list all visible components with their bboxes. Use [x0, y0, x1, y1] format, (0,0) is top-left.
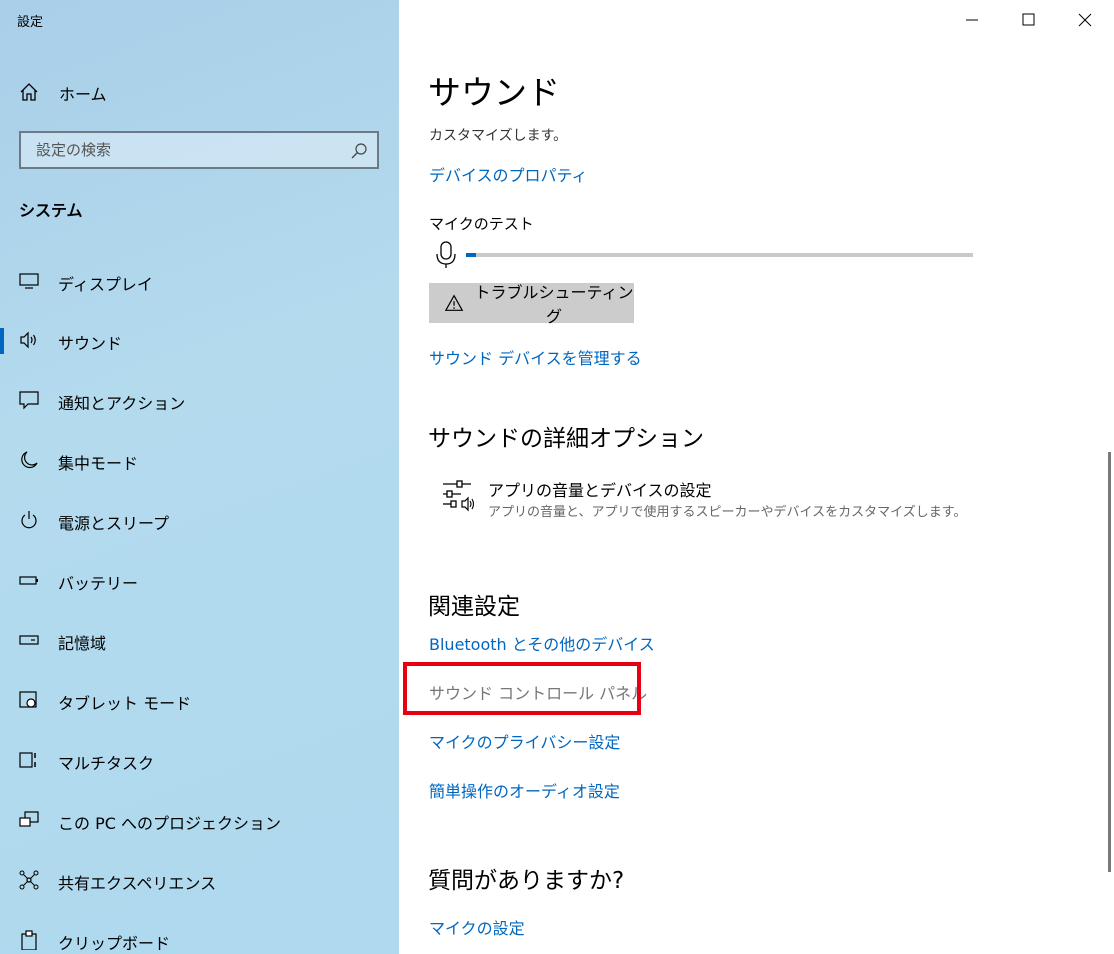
sidebar: 設定 ホーム システム ディスプレイ サウンド 通知とアクション 集中モード 電… [0, 0, 399, 954]
minimize-button[interactable] [944, 0, 1000, 40]
sidebar-item-label: マルチタスク [58, 754, 155, 773]
page-description: カスタマイズします。 [429, 128, 568, 144]
sidebar-item-tablet-mode[interactable]: タブレット モード [0, 680, 399, 720]
sidebar-item-label: タブレット モード [58, 694, 192, 713]
display-icon [19, 273, 39, 289]
moon-icon [21, 451, 38, 469]
projection-icon [19, 811, 39, 827]
mic-level-bar [466, 253, 973, 257]
sidebar-item-label: 共有エクスペリエンス [58, 874, 217, 893]
questions-heading: 質問がありますか? [428, 868, 625, 894]
search-icon[interactable] [350, 142, 368, 160]
sidebar-item-label: バッテリー [58, 574, 139, 593]
page-title: サウンド [428, 73, 560, 112]
section-label: システム [19, 201, 83, 220]
highlight-box [403, 662, 641, 715]
sidebar-item-sound[interactable]: サウンド [0, 320, 399, 360]
scrollbar[interactable] [1108, 452, 1111, 872]
tablet-mode-icon [19, 691, 37, 708]
power-icon [21, 511, 37, 529]
storage-icon [19, 635, 39, 645]
app-title: 設定 [17, 15, 44, 30]
app-volume-title: アプリの音量とデバイスの設定 [488, 481, 712, 500]
mic-test-label: マイクのテスト [429, 215, 534, 233]
manage-devices-link[interactable]: サウンド デバイスを管理する [429, 345, 642, 369]
app-volume-subtitle: アプリの音量と、アプリで使用するスピーカーやデバイスをカスタマイズします。 [488, 505, 967, 520]
search-input[interactable] [21, 133, 341, 167]
sidebar-item-label: サウンド [58, 334, 123, 353]
multitask-icon [19, 752, 36, 768]
active-indicator [0, 328, 4, 354]
shared-experience-icon [19, 870, 39, 890]
sidebar-item-multitask[interactable]: マルチタスク [0, 740, 399, 780]
sidebar-item-battery[interactable]: バッテリー [0, 560, 399, 600]
advanced-options-heading: サウンドの詳細オプション [428, 426, 704, 452]
maximize-icon [1022, 13, 1035, 26]
sidebar-item-label: クリップボード [58, 934, 171, 953]
microphone-icon [436, 241, 456, 268]
troubleshoot-button[interactable]: トラブルシューティング [429, 283, 634, 326]
sidebar-item-storage[interactable]: 記憶域 [0, 620, 399, 660]
warning-icon [444, 294, 464, 311]
sidebar-item-label: 集中モード [58, 454, 139, 473]
home-label: ホーム [59, 85, 107, 104]
sidebar-item-projection[interactable]: この PC へのプロジェクション [0, 800, 399, 840]
home-nav[interactable]: ホーム [0, 76, 399, 108]
notification-icon [19, 391, 39, 410]
sidebar-item-display[interactable]: ディスプレイ [0, 261, 399, 301]
sidebar-item-label: 電源とスリープ [58, 514, 170, 533]
close-button[interactable] [1056, 0, 1112, 40]
sidebar-item-label: 通知とアクション [58, 394, 186, 413]
battery-icon [19, 576, 38, 585]
sidebar-item-shared[interactable]: 共有エクスペリエンス [0, 860, 399, 900]
home-icon [20, 83, 38, 101]
troubleshoot-label: トラブルシューティング [474, 283, 634, 326]
mixer-icon [443, 480, 475, 512]
mic-privacy-link[interactable]: マイクのプライバシー設定 [429, 729, 620, 753]
sidebar-item-power[interactable]: 電源とスリープ [0, 500, 399, 540]
close-icon [1078, 13, 1092, 27]
accessibility-audio-link[interactable]: 簡単操作のオーディオ設定 [429, 778, 620, 802]
device-properties-link[interactable]: デバイスのプロパティ [429, 162, 588, 186]
sidebar-item-label: 記憶域 [58, 634, 107, 653]
mic-test-meter [435, 240, 975, 270]
app-volume-option[interactable]: アプリの音量とデバイスの設定 アプリの音量と、アプリで使用するスピーカーやデバイ… [441, 474, 1061, 524]
speaker-icon [20, 331, 36, 349]
sidebar-item-label: この PC へのプロジェクション [58, 814, 281, 833]
related-settings-heading: 関連設定 [428, 594, 520, 620]
main-content: サウンド カスタマイズします。 デバイスのプロパティ マイクのテスト トラブルシ… [399, 0, 1114, 954]
mic-settings-link[interactable]: マイクの設定 [429, 915, 525, 939]
mic-level-fill [466, 253, 477, 257]
sidebar-item-clipboard[interactable]: クリップボード [0, 920, 399, 954]
sidebar-item-label: ディスプレイ [58, 275, 153, 294]
clipboard-icon [21, 930, 37, 950]
bluetooth-devices-link[interactable]: Bluetooth とその他のデバイス [429, 631, 655, 655]
search-box[interactable] [19, 131, 379, 169]
sidebar-item-focus[interactable]: 集中モード [0, 440, 399, 480]
sidebar-item-notifications[interactable]: 通知とアクション [0, 380, 399, 420]
minimize-icon [966, 19, 978, 21]
maximize-button[interactable] [1000, 0, 1056, 40]
